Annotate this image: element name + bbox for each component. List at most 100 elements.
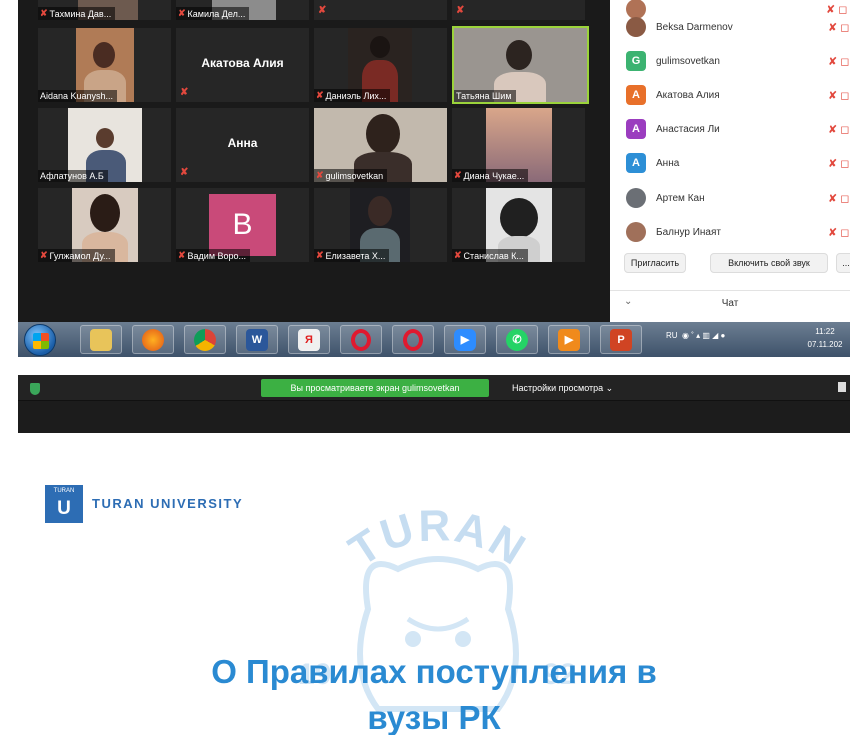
muted-mic-icon: ✘ ◻: [828, 55, 850, 68]
zoom-screen-share-window: Вы просматриваете экран gulimsovetkan На…: [18, 375, 850, 735]
taskbar-opera[interactable]: [340, 325, 382, 354]
participant-tile[interactable]: Акатова Алия ✘: [176, 28, 309, 102]
participant-list-item[interactable]: Балнур Инаят ✘ ◻: [610, 215, 850, 249]
participant-tile[interactable]: Aidana Kuanysh...: [38, 28, 171, 102]
muted-mic-icon: ✘: [40, 8, 48, 18]
opera-icon: [351, 328, 371, 351]
muted-mic-icon: ✘: [180, 167, 189, 178]
clock-date: 07.11.202: [807, 340, 843, 349]
participant-name: ✘ Даниэль Лих...: [314, 89, 391, 102]
participant-tile[interactable]: ✘ Елизавета Х...: [314, 188, 447, 262]
invite-button[interactable]: Пригласить: [624, 253, 686, 273]
participant-tile[interactable]: ✘ gulimsovetkan: [314, 108, 447, 182]
participant-list-name: gulimsovetkan: [656, 55, 720, 67]
participant-letter-avatar: A: [626, 85, 646, 105]
slide-title-line1: О Правилах поступления в: [211, 653, 657, 690]
participant-name-placeholder: Анна: [227, 136, 258, 150]
taskbar-opera-2[interactable]: [392, 325, 434, 354]
taskbar-firefox[interactable]: [132, 325, 174, 354]
participant-list-name: Артем Кан: [656, 192, 705, 204]
participant-name: Татьяна Шим: [454, 90, 516, 102]
taskbar-media-player[interactable]: ▶: [548, 325, 590, 354]
muted-mic-icon: ✘ ◻: [828, 226, 850, 239]
taskbar-powerpoint[interactable]: P: [600, 325, 642, 354]
participant-tile[interactable]: ✘ Камила Дел...: [176, 0, 309, 20]
participant-tile[interactable]: ✘ Диана Чукае...: [452, 108, 585, 182]
participant-tile[interactable]: ✘ Гулжамол Ду...: [38, 188, 171, 262]
slide-title-line2: вузы РК: [367, 699, 501, 735]
participant-list-item[interactable]: A Анастасия Ли ✘ ◻: [610, 112, 850, 146]
view-options-menu[interactable]: Настройки просмотра ⌄: [512, 383, 613, 394]
participant-list-item[interactable]: A Акатова Алия ✘ ◻: [610, 78, 850, 112]
taskbar-word[interactable]: W: [236, 325, 278, 354]
participant-tile[interactable]: ✘ Тахмина Дав...: [38, 0, 171, 20]
participant-tile[interactable]: Анна ✘: [176, 108, 309, 182]
security-shield-icon[interactable]: [30, 383, 40, 395]
chevron-down-icon: ⌄: [605, 383, 614, 393]
participant-tile[interactable]: Афлатунов А.Б: [38, 108, 171, 182]
muted-mic-icon: ✘: [316, 90, 324, 100]
participant-avatar-badge: B: [209, 194, 276, 256]
participant-name: ✘ Камила Дел...: [176, 7, 250, 20]
participant-name: ✘ Диана Чукае...: [452, 169, 529, 182]
windows-start-button[interactable]: [24, 324, 56, 356]
media-player-icon: ▶: [558, 328, 580, 351]
participant-letter-avatar: A: [626, 153, 646, 173]
participant-name: ✘ Елизавета Х...: [314, 249, 390, 262]
taskbar-yandex[interactable]: Я: [288, 325, 330, 354]
participant-name: ✘ Вадим Воро...: [176, 249, 251, 262]
participant-tile[interactable]: ✘: [314, 0, 447, 20]
participant-tile[interactable]: ✘: [452, 0, 585, 20]
chat-label: Чат: [721, 298, 739, 309]
firefox-icon: [142, 328, 164, 351]
participant-tile[interactable]: ✘ Станислав К...: [452, 188, 585, 262]
taskbar-clock[interactable]: 11:22 07.11.202: [800, 325, 850, 351]
participant-name: Aidana Kuanysh...: [38, 90, 118, 102]
muted-mic-icon: ✘: [178, 8, 186, 18]
slide-title: О Правилах поступления в вузы РК: [18, 649, 850, 735]
participant-tile[interactable]: ✘ Даниэль Лих...: [314, 28, 447, 102]
muted-mic-icon: ✘: [456, 5, 465, 16]
participant-tile[interactable]: B ✘ Вадим Воро...: [176, 188, 309, 262]
logo-small-text: TURAN: [53, 488, 75, 494]
muted-mic-icon: ✘: [40, 250, 48, 260]
opera-icon: [403, 328, 423, 351]
participant-list-name: Анна: [656, 157, 680, 169]
muted-mic-icon: ✘: [454, 250, 462, 260]
system-tray[interactable]: RU ◉ ˚ ▴ ▥ ◢ ●: [666, 331, 725, 340]
view-options-label: Настройки просмотра: [512, 383, 604, 393]
powerpoint-icon: P: [610, 328, 632, 351]
logo-letter: U: [57, 498, 71, 519]
whatsapp-icon: ✆: [506, 328, 528, 351]
tray-icons: ◉ ˚ ▴ ▥ ◢ ●: [679, 331, 726, 340]
shared-presentation-slide: TURAN U TURAN UNIVERSITY TURAN 19 92 О П…: [18, 459, 850, 735]
muted-mic-icon: ✘ ◻: [828, 89, 850, 102]
participant-name: ✘ Станислав К...: [452, 249, 528, 262]
zoom-meeting-window: ✘ Тахмина Дав... ✘ Камила Дел... ✘ ✘ Aidan…: [18, 0, 850, 357]
muted-mic-icon: ✘ ◻: [828, 192, 850, 205]
chrome-icon: [194, 328, 216, 351]
participant-photo-avatar: [626, 17, 646, 37]
more-button[interactable]: ...: [836, 253, 850, 273]
taskbar-zoom[interactable]: ▶: [444, 325, 486, 354]
participant-list-item[interactable]: A Анна ✘ ◻: [610, 146, 850, 180]
participant-photo-avatar: [626, 222, 646, 242]
zoom-icon: ▶: [454, 328, 476, 351]
taskbar-whatsapp[interactable]: ✆: [496, 325, 538, 354]
language-indicator[interactable]: RU: [666, 331, 678, 340]
unmute-myself-button[interactable]: Включить свой звук: [710, 253, 828, 273]
window-control-icon[interactable]: [838, 382, 846, 392]
video-gallery: ✘ Тахмина Дав... ✘ Камила Дел... ✘ ✘ Aidan…: [18, 0, 608, 322]
muted-mic-icon: ✘: [454, 170, 462, 180]
participant-list-item[interactable]: G gulimsovetkan ✘ ◻: [610, 44, 850, 78]
participant-photo-avatar: [626, 188, 646, 208]
participant-list-item[interactable]: Артем Кан ✘ ◻: [610, 181, 850, 215]
active-speaker-tile[interactable]: Татьяна Шим: [452, 26, 589, 104]
participant-name: ✘ Тахмина Дав...: [38, 7, 116, 20]
university-name: TURAN UNIVERSITY: [92, 496, 244, 511]
taskbar-chrome[interactable]: [184, 325, 226, 354]
participant-list-item[interactable]: Beksa Darmenov ✘ ◻: [610, 10, 850, 44]
chat-section-header[interactable]: ⌄ Чат: [610, 290, 850, 316]
muted-mic-icon: ✘ ◻: [828, 157, 850, 170]
taskbar-file-explorer[interactable]: [80, 325, 122, 354]
